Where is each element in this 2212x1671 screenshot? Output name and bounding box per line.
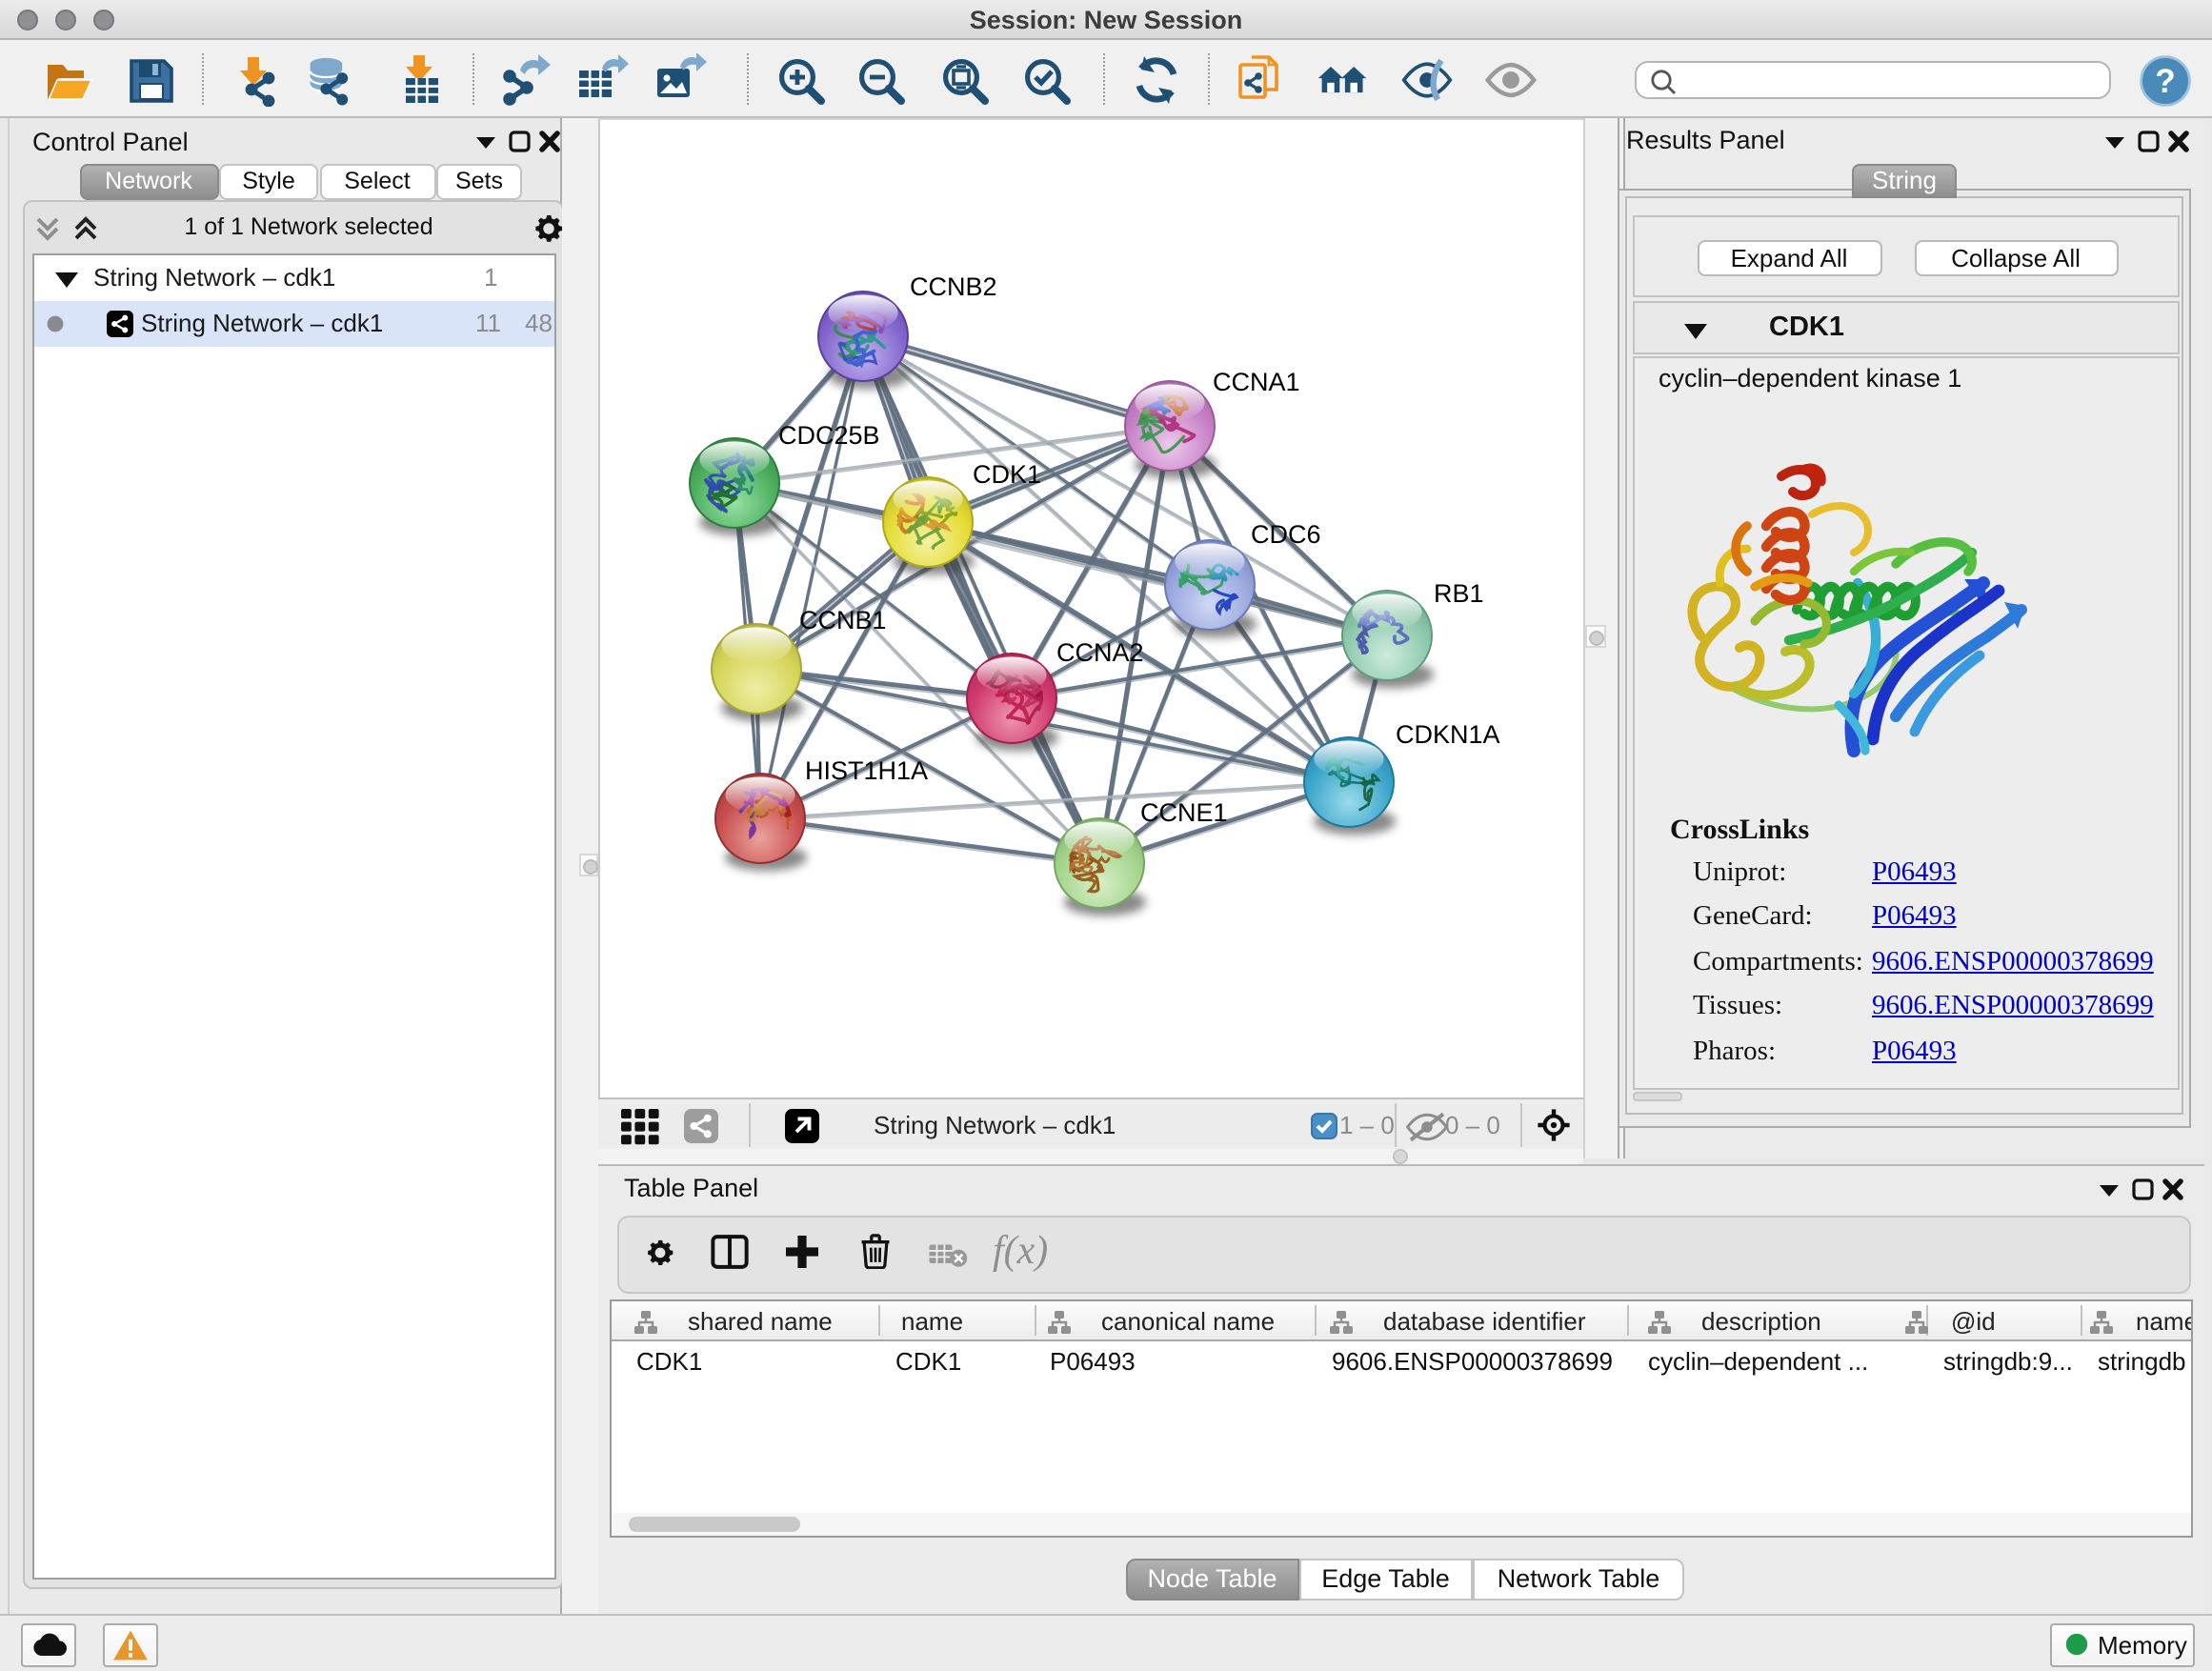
svg-text:?: ? [2155,63,2175,100]
svg-text:CDKN1A: CDKN1A [1395,720,1499,749]
svg-text:CDK1: CDK1 [972,460,1040,489]
svg-text:CDC6: CDC6 [1250,520,1320,549]
svg-text:CCNB1: CCNB1 [798,606,886,634]
svg-text:CDC25B: CDC25B [777,421,879,450]
svg-text:CCNA2: CCNA2 [1056,638,1143,667]
svg-text:RB1: RB1 [1433,579,1483,608]
svg-text:CCNB2: CCNB2 [909,272,996,301]
svg-text:CCNE1: CCNE1 [1139,798,1227,827]
svg-text:HIST1H1A: HIST1H1A [804,756,927,785]
svg-text:CCNA1: CCNA1 [1212,368,1299,396]
